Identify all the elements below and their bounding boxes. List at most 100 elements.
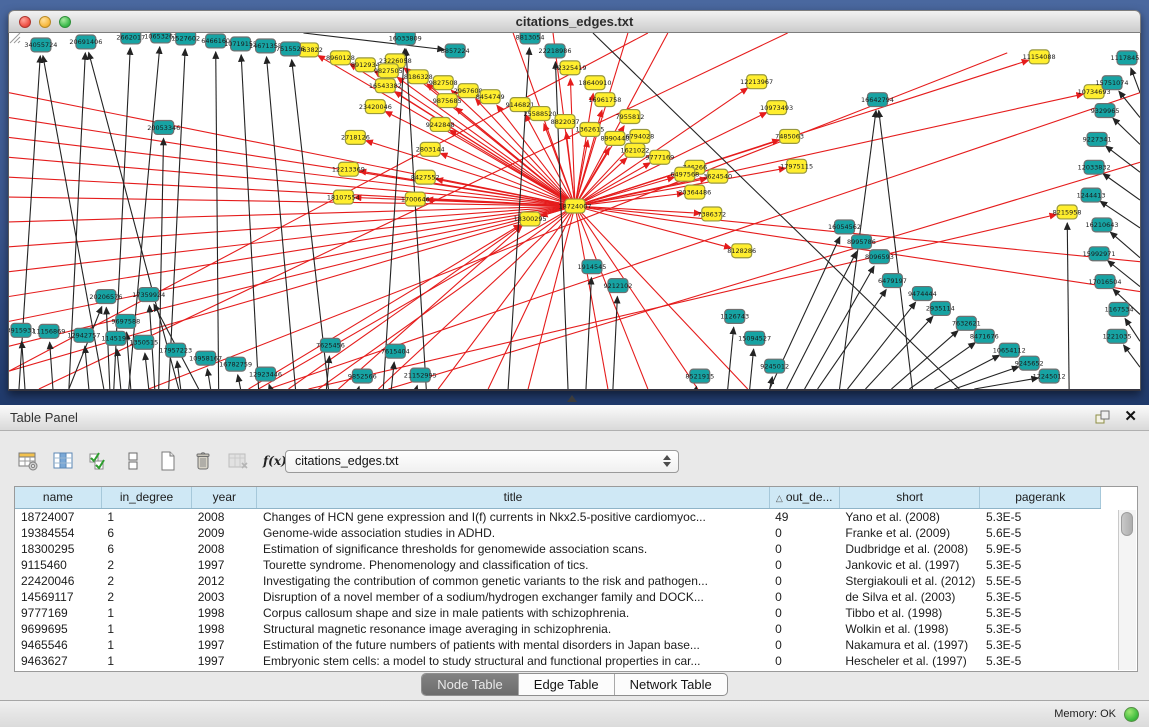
table-cell[interactable]: Tibbo et al. (1998) [839, 605, 980, 621]
table-cell[interactable]: 0 [769, 637, 839, 653]
scrollbar-thumb[interactable] [1121, 512, 1133, 536]
table-cell[interactable]: 1 [101, 653, 191, 669]
table-cell[interactable]: Estimation of the future numbers of pati… [257, 637, 769, 653]
modify-columns-icon[interactable] [51, 449, 75, 473]
table-cell[interactable]: 5.3E-5 [980, 653, 1101, 669]
table-cell[interactable]: de Silva et al. (2003) [839, 589, 980, 605]
memory-status-indicator[interactable] [1124, 707, 1139, 722]
table-cell[interactable]: 1997 [192, 653, 257, 669]
table-cell[interactable]: Structural magnetic resonance image aver… [257, 621, 769, 637]
table-cell[interactable]: 1998 [192, 605, 257, 621]
table-cell[interactable]: Estimation of significance thresholds fo… [257, 541, 769, 557]
table-cell[interactable]: 5.6E-5 [980, 525, 1101, 541]
table-cell[interactable]: 5.3E-5 [980, 621, 1101, 637]
table-cell[interactable]: 1997 [192, 637, 257, 653]
node-table[interactable]: namein_degreeyeartitle△out_de...shortpag… [15, 487, 1101, 669]
column-header-pagerank[interactable]: pagerank [980, 487, 1101, 508]
table-cell[interactable]: Franke et al. (2009) [839, 525, 980, 541]
table-row[interactable]: 969969511998Structural magnetic resonanc… [15, 621, 1101, 637]
table-cell[interactable]: 5.3E-5 [980, 508, 1101, 525]
table-vertical-scrollbar[interactable] [1118, 510, 1136, 670]
table-cell[interactable]: 22420046 [15, 573, 101, 589]
table-row[interactable]: 977716911998Corpus callosum shape and si… [15, 605, 1101, 621]
table-cell[interactable]: 1997 [192, 557, 257, 573]
table-cell[interactable]: 2003 [192, 589, 257, 605]
table-cell[interactable]: 19384554 [15, 525, 101, 541]
table-cell[interactable]: 0 [769, 589, 839, 605]
tab-node-table[interactable]: Node Table [422, 674, 518, 695]
table-cell[interactable]: 9463627 [15, 653, 101, 669]
table-cell[interactable]: Dudbridge et al. (2008) [839, 541, 980, 557]
tab-network-table[interactable]: Network Table [614, 674, 727, 695]
table-row[interactable]: 911546021997Tourette syndrome. Phenomeno… [15, 557, 1101, 573]
table-settings-icon[interactable] [16, 449, 40, 473]
table-cell[interactable]: 1 [101, 621, 191, 637]
table-cell[interactable]: Genome-wide association studies in ADHD. [257, 525, 769, 541]
table-row[interactable]: 946554611997Estimation of the future num… [15, 637, 1101, 653]
table-row[interactable]: 1456911722003Disruption of a novel membe… [15, 589, 1101, 605]
column-header-short[interactable]: short [839, 487, 980, 508]
column-header-name[interactable]: name [15, 487, 101, 508]
table-cell[interactable]: Disruption of a novel member of a sodium… [257, 589, 769, 605]
table-cell[interactable]: 0 [769, 573, 839, 589]
table-cell[interactable]: Nakamura et al. (1997) [839, 637, 980, 653]
float-window-icon[interactable] [1095, 410, 1110, 425]
table-row[interactable]: 1830029562008Estimation of significance … [15, 541, 1101, 557]
table-cell[interactable]: Embryonic stem cells: a model to study s… [257, 653, 769, 669]
table-cell[interactable]: 5.5E-5 [980, 573, 1101, 589]
table-row[interactable]: 946362711997Embryonic stem cells: a mode… [15, 653, 1101, 669]
table-cell[interactable]: 2008 [192, 508, 257, 525]
table-cell[interactable]: 1 [101, 508, 191, 525]
zoom-window-icon[interactable] [59, 16, 71, 28]
table-cell[interactable]: 1 [101, 637, 191, 653]
table-cell[interactable]: 9115460 [15, 557, 101, 573]
table-cell[interactable]: 5.9E-5 [980, 541, 1101, 557]
column-header-out_de[interactable]: △out_de... [769, 487, 839, 508]
table-cell[interactable]: 5.3E-5 [980, 605, 1101, 621]
table-cell[interactable]: Investigating the contribution of common… [257, 573, 769, 589]
close-window-icon[interactable] [19, 16, 31, 28]
function-builder-icon[interactable]: f(x) [261, 449, 285, 473]
table-cell[interactable]: Wolkin et al. (1998) [839, 621, 980, 637]
table-cell[interactable]: 0 [769, 541, 839, 557]
table-cell[interactable]: 9699695 [15, 621, 101, 637]
table-cell[interactable]: 6 [101, 525, 191, 541]
window-resize-grip-icon[interactable] [7, 30, 1138, 386]
table-select-dropdown[interactable]: citations_edges.txt [285, 450, 679, 473]
select-functions-icon[interactable] [86, 449, 110, 473]
table-row[interactable]: 2242004622012Investigating the contribut… [15, 573, 1101, 589]
close-panel-icon[interactable]: ✕ [1124, 409, 1137, 425]
table-cell[interactable]: 2 [101, 557, 191, 573]
table-cell[interactable]: Stergiakouli et al. (2012) [839, 573, 980, 589]
table-cell[interactable]: 0 [769, 525, 839, 541]
delete-file-icon[interactable] [191, 449, 215, 473]
table-cell[interactable]: 2009 [192, 525, 257, 541]
table-cell[interactable]: 0 [769, 557, 839, 573]
new-file-icon[interactable] [156, 449, 180, 473]
row-height-icon[interactable] [121, 449, 145, 473]
table-cell[interactable]: 18300295 [15, 541, 101, 557]
table-cell[interactable]: 0 [769, 621, 839, 637]
table-row[interactable]: 1872400712008Changes of HCN gene express… [15, 508, 1101, 525]
table-cell[interactable]: 2008 [192, 541, 257, 557]
table-cell[interactable]: 9777169 [15, 605, 101, 621]
minimize-window-icon[interactable] [39, 16, 51, 28]
table-cell[interactable]: 1 [101, 605, 191, 621]
table-cell[interactable]: 6 [101, 541, 191, 557]
table-cell[interactable]: 5.3E-5 [980, 557, 1101, 573]
table-cell[interactable]: Changes of HCN gene expression and I(f) … [257, 508, 769, 525]
tab-edge-table[interactable]: Edge Table [518, 674, 614, 695]
table-row[interactable]: 1938455462009Genome-wide association stu… [15, 525, 1101, 541]
table-cell[interactable]: Tourette syndrome. Phenomenology and cla… [257, 557, 769, 573]
table-cell[interactable]: 14569117 [15, 589, 101, 605]
delete-table-icon[interactable] [226, 449, 250, 473]
table-cell[interactable]: 5.3E-5 [980, 637, 1101, 653]
table-cell[interactable]: 9465546 [15, 637, 101, 653]
table-cell[interactable]: 2012 [192, 573, 257, 589]
table-cell[interactable]: 18724007 [15, 508, 101, 525]
column-header-year[interactable]: year [192, 487, 257, 508]
table-cell[interactable]: Jankovic et al. (1997) [839, 557, 980, 573]
table-cell[interactable]: 0 [769, 653, 839, 669]
column-header-title[interactable]: title [257, 487, 769, 508]
network-canvas-area[interactable]: 1872400774638228960128891293423226058982… [8, 33, 1141, 391]
